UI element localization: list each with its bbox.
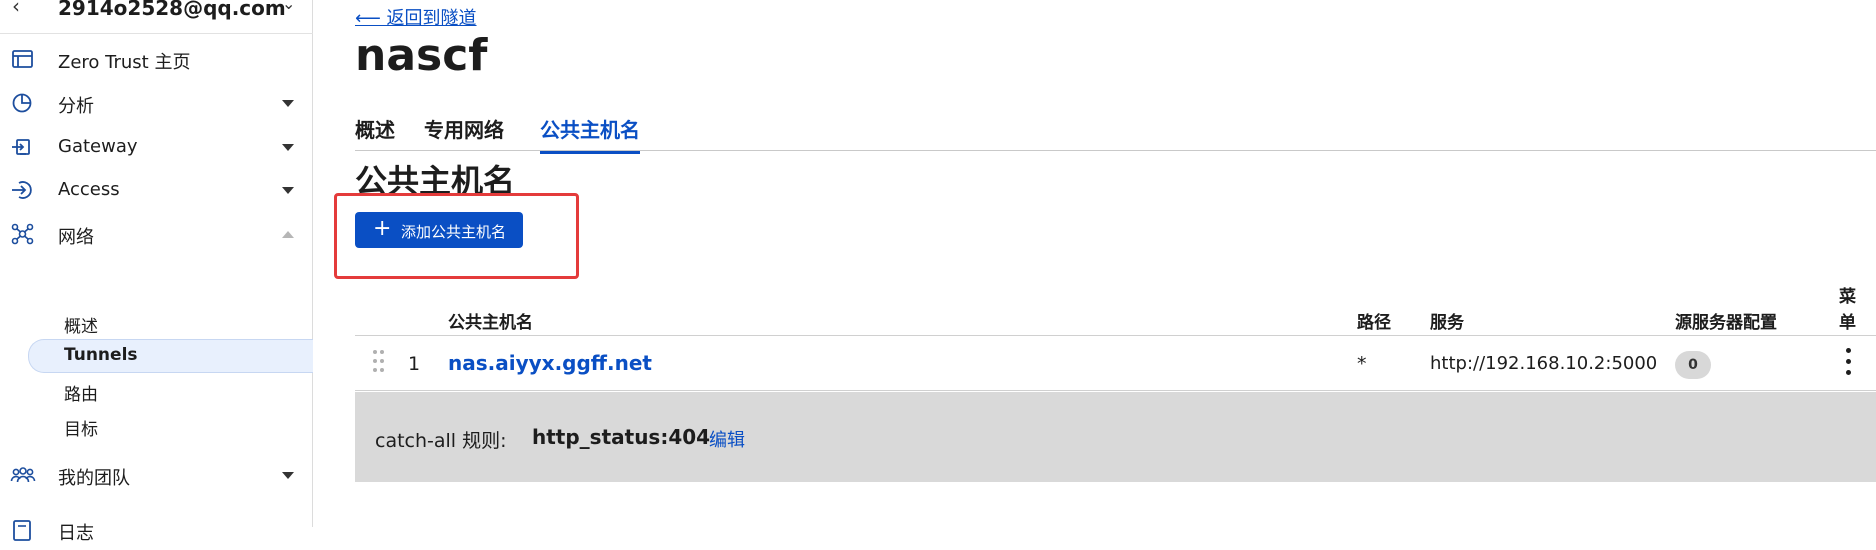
sidebar-item-label: Access bbox=[58, 179, 120, 200]
column-header-hostname: 公共主机名 bbox=[448, 313, 533, 333]
gateway-icon bbox=[12, 139, 30, 155]
caret-down-icon[interactable] bbox=[282, 100, 294, 107]
add-button-label: 添加公共主机名 bbox=[401, 223, 507, 241]
sidebar-subitem-tunnels[interactable]: Tunnels bbox=[28, 339, 313, 373]
sidebar-item-gateway[interactable]: Gateway bbox=[0, 127, 313, 167]
sidebar-item-label: 日志 bbox=[58, 523, 94, 544]
sidebar-subitem-label: 概述 bbox=[64, 317, 98, 337]
sidebar-subitem-label: 目标 bbox=[64, 420, 98, 440]
catch-all-rule-panel: catch-all 规则: http_status:404 编辑 bbox=[355, 392, 1876, 482]
column-header-path: 路径 bbox=[1357, 313, 1391, 333]
sidebar-item-label: Gateway bbox=[58, 136, 138, 157]
column-header-menu-line1: 菜 bbox=[1839, 287, 1856, 307]
sidebar-item-label: 网络 bbox=[58, 227, 94, 248]
caret-down-icon[interactable] bbox=[282, 187, 294, 194]
sidebar-item-label: 分析 bbox=[58, 96, 94, 117]
logs-icon bbox=[13, 520, 31, 541]
catch-all-edit-link[interactable]: 编辑 bbox=[709, 426, 745, 452]
sidebar-subitem-overview[interactable]: 概述 bbox=[28, 306, 313, 340]
page-title: nascf bbox=[355, 30, 488, 81]
pie-chart-icon bbox=[12, 93, 32, 113]
team-icon bbox=[10, 467, 36, 483]
access-login-icon bbox=[12, 181, 32, 199]
catch-all-value: http_status:404 bbox=[532, 425, 711, 449]
caret-up-icon[interactable] bbox=[282, 231, 294, 238]
row-index: 1 bbox=[408, 353, 421, 375]
tab-private-network[interactable]: 专用网络 bbox=[424, 114, 504, 151]
sidebar: ‹ 2914o2528@qq.com ⌄ Zero Trust 主页 分析 Ga… bbox=[0, 0, 313, 544]
drag-handle-icon[interactable] bbox=[373, 350, 385, 376]
browser-window-icon bbox=[12, 50, 33, 68]
sidebar-subitem-label: 路由 bbox=[64, 385, 98, 405]
tab-overview[interactable]: 概述 bbox=[355, 114, 395, 151]
caret-down-icon[interactable] bbox=[282, 472, 294, 479]
sidebar-subitem-routes[interactable]: 路由 bbox=[28, 374, 313, 408]
hostname-link[interactable]: nas.aiyyx.ggff.net bbox=[448, 351, 652, 375]
catch-all-label: catch-all 规则: bbox=[375, 430, 507, 452]
sidebar-item-label: Zero Trust 主页 bbox=[58, 52, 191, 73]
sidebar-item-logs[interactable]: 日志 bbox=[0, 510, 313, 550]
sidebar-item-analytics[interactable]: 分析 bbox=[0, 83, 313, 123]
tab-public-hostname[interactable]: 公共主机名 bbox=[540, 114, 640, 154]
sidebar-subitem-label: Tunnels bbox=[64, 345, 138, 365]
column-header-origin-config: 源服务器配置 bbox=[1675, 313, 1777, 333]
kebab-menu-icon[interactable] bbox=[1843, 348, 1853, 378]
sidebar-subitem-targets[interactable]: 目标 bbox=[28, 409, 313, 443]
tab-bar: 概述 专用网络 公共主机名 bbox=[355, 108, 1876, 154]
network-icon bbox=[11, 223, 34, 245]
back-chevron-icon[interactable]: ‹ bbox=[12, 0, 20, 18]
sidebar-item-networks[interactable]: 网络 bbox=[0, 214, 313, 254]
account-email: 2914o2528@qq.com bbox=[58, 0, 286, 20]
account-switcher[interactable]: ‹ 2914o2528@qq.com ⌄ bbox=[0, 0, 313, 34]
sidebar-item-access[interactable]: Access bbox=[0, 170, 313, 210]
add-public-hostname-button[interactable]: + 添加公共主机名 bbox=[355, 212, 523, 248]
chevron-down-icon[interactable]: ⌄ bbox=[282, 0, 295, 13]
origin-config-count-badge: 0 bbox=[1675, 351, 1711, 379]
main-content: ⟵ 返回到隧道 nascf 概述 专用网络 公共主机名 公共主机名 + 添加公共… bbox=[313, 0, 1876, 527]
table-header-row: 公共主机名 路径 服务 源服务器配置 菜 单 bbox=[355, 280, 1876, 336]
sidebar-item-home[interactable]: Zero Trust 主页 bbox=[0, 39, 313, 79]
sidebar-item-my-team[interactable]: 我的团队 bbox=[0, 455, 313, 495]
back-to-tunnels-link[interactable]: ⟵ 返回到隧道 bbox=[355, 4, 477, 30]
plus-icon: + bbox=[373, 216, 392, 241]
table-row: 1 nas.aiyyx.ggff.net * http://192.168.10… bbox=[355, 336, 1876, 391]
column-header-service: 服务 bbox=[1430, 313, 1464, 333]
column-header-menu-line2: 单 bbox=[1839, 313, 1856, 333]
service-cell: http://192.168.10.2:5000 bbox=[1430, 353, 1658, 374]
caret-down-icon[interactable] bbox=[282, 144, 294, 151]
path-cell: * bbox=[1357, 353, 1367, 375]
sidebar-item-label: 我的团队 bbox=[58, 468, 130, 489]
